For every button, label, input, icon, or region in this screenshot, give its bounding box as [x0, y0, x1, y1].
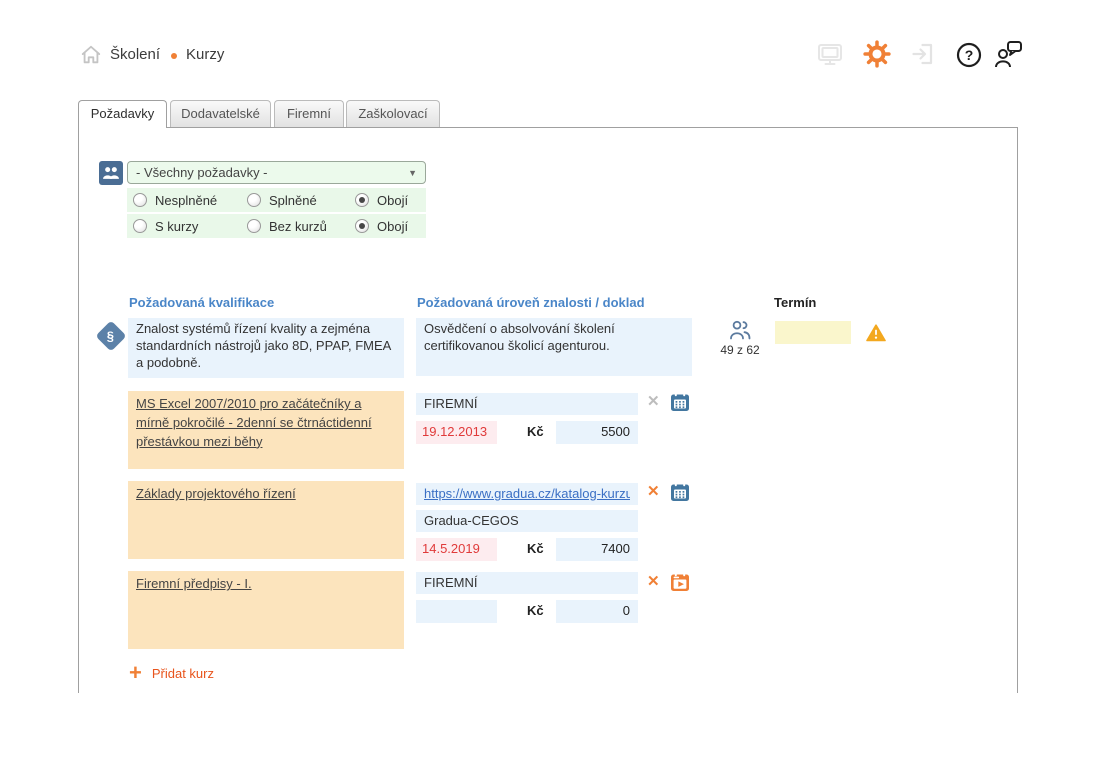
- radio-circle[interactable]: [355, 219, 369, 233]
- participants-icon[interactable]: [727, 319, 753, 341]
- breadcrumb-separator-dot: [171, 53, 177, 59]
- course-provider-field[interactable]: FIREMNÍ: [416, 572, 638, 594]
- radio-s-kurzy[interactable]: S kurzy: [133, 214, 198, 238]
- radio-bez-kurzu[interactable]: Bez kurzů: [247, 214, 327, 238]
- page: Školení Kurzy: [0, 0, 1100, 760]
- help-icon[interactable]: ?: [956, 42, 982, 68]
- requirements-filter-select[interactable]: - Všechny požadavky - ▼: [127, 161, 426, 184]
- main-panel: - Všechny požadavky - ▼ Nesplněné Splněn…: [78, 127, 1018, 693]
- currency-label: Kč: [527, 424, 544, 439]
- tab-label: Dodavatelské: [181, 106, 260, 121]
- radio-label: Obojí: [377, 193, 408, 208]
- radio-label: Splněné: [269, 193, 317, 208]
- course-price-field[interactable]: 7400: [556, 538, 638, 561]
- radio-circle[interactable]: [247, 219, 261, 233]
- add-course-button[interactable]: + Přidat kurz: [129, 664, 214, 682]
- course-provider-field[interactable]: Gradua-CEGOS: [416, 510, 638, 532]
- sign-out-icon[interactable]: [910, 42, 934, 66]
- course-url-field[interactable]: https://www.gradua.cz/katalog-kurzu/p: [416, 483, 638, 505]
- requirement-qualification-cell: Znalost systémů řízení kvality a zejména…: [128, 318, 404, 378]
- course-title-link[interactable]: Základy projektového řízení: [136, 486, 296, 501]
- requirements-group-icon: [99, 161, 123, 185]
- tab-label: Firemní: [287, 106, 331, 121]
- selected-option: - Všechny požadavky -: [136, 165, 268, 180]
- radio-oboji-kurzy[interactable]: Obojí: [355, 214, 408, 238]
- tab-pozadavky[interactable]: Požadavky: [78, 100, 167, 128]
- calendar-icon[interactable]: [670, 392, 690, 412]
- gear-icon[interactable]: [863, 40, 891, 68]
- person-chat-icon[interactable]: [993, 39, 1023, 69]
- breadcrumb-section[interactable]: Školení: [110, 46, 160, 63]
- requirement-knowledge-level-cell: Osvědčení o absolvování školení certifik…: [416, 318, 692, 376]
- add-course-label: Přidat kurz: [152, 666, 214, 681]
- remove-course-icon[interactable]: ✕: [647, 574, 660, 590]
- course-date-field[interactable]: 14.5.2019: [416, 538, 497, 561]
- radio-circle[interactable]: [355, 193, 369, 207]
- radio-nesplnene[interactable]: Nesplněné: [133, 188, 217, 212]
- chevron-down-icon: ▼: [408, 168, 417, 178]
- term-input[interactable]: [775, 321, 851, 344]
- participants-count: 49 z 62: [715, 343, 765, 357]
- radio-circle[interactable]: [133, 219, 147, 233]
- column-header-term: Termín: [774, 295, 816, 310]
- plus-icon: +: [129, 664, 142, 682]
- course-price-field[interactable]: 5500: [556, 421, 638, 444]
- course-row: Firemní předpisy - I.: [128, 571, 404, 649]
- course-date-field[interactable]: 19.12.2013: [416, 421, 497, 444]
- course-row: MS Excel 2007/2010 pro začátečníky a mír…: [128, 391, 404, 469]
- currency-label: Kč: [527, 541, 544, 556]
- radio-label: Bez kurzů: [269, 219, 327, 234]
- remove-course-icon[interactable]: ✕: [647, 394, 660, 410]
- course-title-link[interactable]: Firemní předpisy - I.: [136, 576, 252, 591]
- paragraph-icon: §: [100, 325, 122, 347]
- breadcrumb-page: Kurzy: [186, 46, 224, 63]
- calendar-icon[interactable]: [670, 482, 690, 502]
- calendar-play-icon[interactable]: [670, 572, 690, 592]
- remove-course-icon[interactable]: ✕: [647, 484, 660, 500]
- course-url-link[interactable]: https://www.gradua.cz/katalog-kurzu/p: [424, 486, 630, 503]
- course-row: Základy projektového řízení: [128, 481, 404, 559]
- radio-circle[interactable]: [247, 193, 261, 207]
- radio-label: Obojí: [377, 219, 408, 234]
- tab-dodavatelske[interactable]: Dodavatelské: [170, 100, 271, 127]
- monitor-icon[interactable]: [817, 42, 843, 67]
- column-header-knowledge-level: Požadovaná úroveň znalosti / doklad: [417, 295, 645, 310]
- course-price-field[interactable]: 0: [556, 600, 638, 623]
- status-radio-row: Nesplněné Splněné Obojí: [127, 188, 426, 212]
- radio-label: S kurzy: [155, 219, 198, 234]
- help-glyph: ?: [965, 47, 974, 63]
- currency-label: Kč: [527, 603, 544, 618]
- home-icon[interactable]: [80, 44, 102, 66]
- warning-icon: [866, 324, 886, 342]
- column-header-qualification: Požadovaná kvalifikace: [129, 295, 274, 310]
- tab-label: Zaškolovací: [358, 106, 427, 121]
- tab-firemni[interactable]: Firemní: [274, 100, 344, 127]
- tab-label: Požadavky: [91, 106, 155, 121]
- radio-oboji-status[interactable]: Obojí: [355, 188, 408, 212]
- course-date-field[interactable]: [416, 600, 497, 623]
- course-provider-field[interactable]: FIREMNÍ: [416, 393, 638, 415]
- radio-splnene[interactable]: Splněné: [247, 188, 317, 212]
- radio-circle[interactable]: [133, 193, 147, 207]
- courses-radio-row: S kurzy Bez kurzů Obojí: [127, 214, 426, 238]
- radio-label: Nesplněné: [155, 193, 217, 208]
- course-title-link[interactable]: MS Excel 2007/2010 pro začátečníky a mír…: [136, 396, 372, 449]
- tab-zaskolovaci[interactable]: Zaškolovací: [346, 100, 440, 127]
